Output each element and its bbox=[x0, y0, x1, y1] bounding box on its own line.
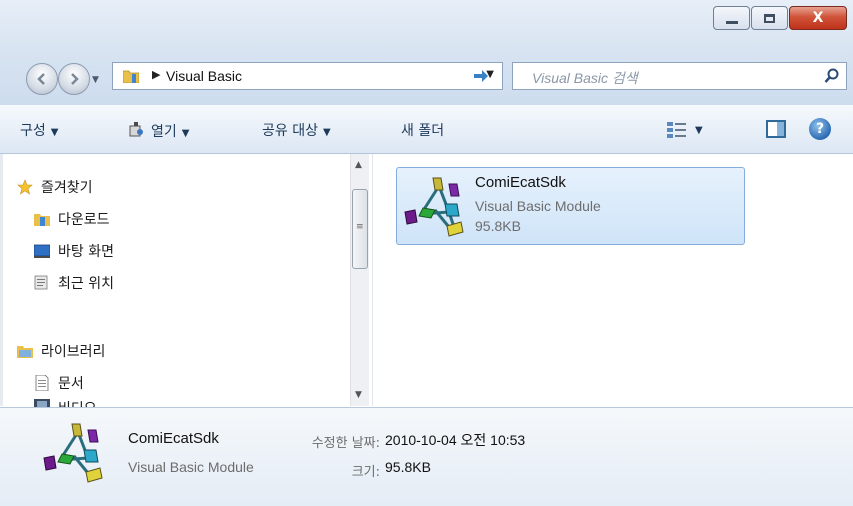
nav-item-label: 비디오 bbox=[58, 398, 97, 407]
breadcrumb-item[interactable]: Visual Basic bbox=[166, 68, 242, 84]
view-options-dropdown[interactable]: ▼ bbox=[695, 125, 703, 136]
details-modified-label: 수정한 날짜: bbox=[311, 436, 380, 451]
file-size: 95.8KB bbox=[475, 218, 521, 234]
details-modified-value[interactable]: 2010-10-04 오전 10:53 bbox=[385, 430, 525, 450]
nav-item-documents[interactable]: 문서 bbox=[34, 373, 84, 393]
nav-item-label: 바탕 화면 bbox=[58, 244, 114, 260]
folder-icon bbox=[123, 70, 139, 83]
vb-module-icon bbox=[43, 423, 103, 483]
back-arrow-icon bbox=[37, 73, 45, 85]
help-icon[interactable]: ? bbox=[809, 118, 831, 140]
chevron-down-icon: ▼ bbox=[181, 128, 190, 139]
nav-item-label: 최근 위치 bbox=[58, 276, 114, 292]
refresh-button[interactable] bbox=[469, 64, 493, 88]
open-menu[interactable]: 열기 ▼ bbox=[127, 120, 189, 141]
vb-module-icon bbox=[404, 177, 464, 237]
command-bar: 구성 ▼ 열기 ▼ 공유 대상 ▼ 새 폴더 bbox=[0, 105, 853, 154]
share-with-label: 공유 대상 bbox=[262, 123, 318, 139]
back-button[interactable] bbox=[26, 63, 58, 95]
details-file-name: ComiEcatSdk bbox=[128, 430, 219, 447]
caption-buttons: X bbox=[712, 6, 847, 30]
maximize-button[interactable] bbox=[751, 6, 788, 30]
desktop-icon bbox=[34, 244, 50, 258]
search-icon[interactable] bbox=[824, 68, 840, 84]
open-program-icon bbox=[129, 122, 143, 137]
preview-pane-glyph bbox=[777, 122, 784, 136]
maximize-icon bbox=[764, 13, 775, 23]
nav-item-downloads[interactable]: 다운로드 bbox=[34, 209, 110, 229]
nav-item-label: 라이브러리 bbox=[41, 344, 106, 360]
file-name: ComiEcatSdk bbox=[475, 174, 566, 191]
refresh-icon bbox=[474, 70, 488, 82]
close-button[interactable]: X bbox=[789, 6, 847, 30]
search-box[interactable]: Visual Basic 검색 bbox=[512, 62, 847, 90]
scroll-up-icon[interactable]: ▲ bbox=[355, 160, 362, 170]
details-size-label: 크기: bbox=[351, 465, 380, 480]
title-bar: X ▼ ▶ Visual Basic ▼ Visual Basic 검색 bbox=[0, 0, 853, 106]
change-view-icon[interactable] bbox=[667, 122, 687, 138]
nav-item-libraries[interactable]: 라이브러리 bbox=[17, 341, 105, 361]
minimize-button[interactable] bbox=[713, 6, 750, 30]
scroll-down-icon[interactable]: ▼ bbox=[355, 390, 362, 400]
nav-item-label: 즐겨찾기 bbox=[41, 180, 93, 196]
close-icon: X bbox=[812, 10, 824, 26]
downloads-folder-icon bbox=[34, 214, 50, 226]
navigation-scrollbar[interactable]: ▲ ≡ ▼ bbox=[350, 154, 369, 406]
breadcrumb-separator-icon[interactable]: ▶ bbox=[152, 68, 160, 81]
new-folder-button[interactable]: 새 폴더 bbox=[401, 120, 444, 140]
open-label: 열기 bbox=[151, 124, 177, 140]
preview-pane-icon[interactable] bbox=[766, 120, 786, 138]
star-icon bbox=[17, 179, 33, 195]
forward-button[interactable] bbox=[58, 63, 90, 95]
search-input[interactable]: Visual Basic 검색 bbox=[532, 68, 638, 88]
explorer-window: X ▼ ▶ Visual Basic ▼ Visual Basic 검색 구성 … bbox=[0, 0, 853, 506]
chevron-down-icon: ▼ bbox=[322, 127, 331, 138]
recent-places-icon bbox=[34, 275, 48, 290]
forward-arrow-icon bbox=[71, 73, 79, 85]
nav-item-recent-places[interactable]: 최근 위치 bbox=[34, 273, 114, 293]
nav-item-label: 문서 bbox=[58, 376, 84, 392]
details-file-type: Visual Basic Module bbox=[128, 459, 254, 475]
new-folder-label: 새 폴더 bbox=[401, 123, 445, 139]
documents-icon bbox=[35, 375, 49, 391]
scroll-thumb[interactable]: ≡ bbox=[352, 189, 368, 269]
share-with-menu[interactable]: 공유 대상 ▼ bbox=[262, 120, 331, 140]
nav-item-favorites[interactable]: 즐겨찾기 bbox=[17, 177, 93, 197]
nav-item-label: 다운로드 bbox=[58, 212, 110, 228]
chevron-down-icon: ▼ bbox=[50, 127, 59, 138]
details-pane bbox=[0, 407, 853, 506]
recent-pages-dropdown[interactable]: ▼ bbox=[92, 75, 99, 85]
minimize-icon bbox=[725, 20, 738, 24]
organize-menu[interactable]: 구성 ▼ bbox=[20, 120, 58, 140]
videos-icon bbox=[34, 399, 50, 407]
scroll-grip-icon: ≡ bbox=[356, 222, 364, 232]
file-type: Visual Basic Module bbox=[475, 198, 601, 214]
libraries-icon bbox=[17, 346, 33, 358]
nav-item-videos[interactable]: 비디오 bbox=[34, 398, 97, 407]
organize-label: 구성 bbox=[20, 123, 46, 139]
nav-item-desktop[interactable]: 바탕 화면 bbox=[34, 241, 114, 261]
file-item[interactable]: ComiEcatSdk Visual Basic Module 95.8KB bbox=[396, 167, 745, 245]
details-size-value: 95.8KB bbox=[385, 459, 431, 475]
address-bar[interactable]: ▶ Visual Basic ▼ bbox=[112, 62, 503, 90]
